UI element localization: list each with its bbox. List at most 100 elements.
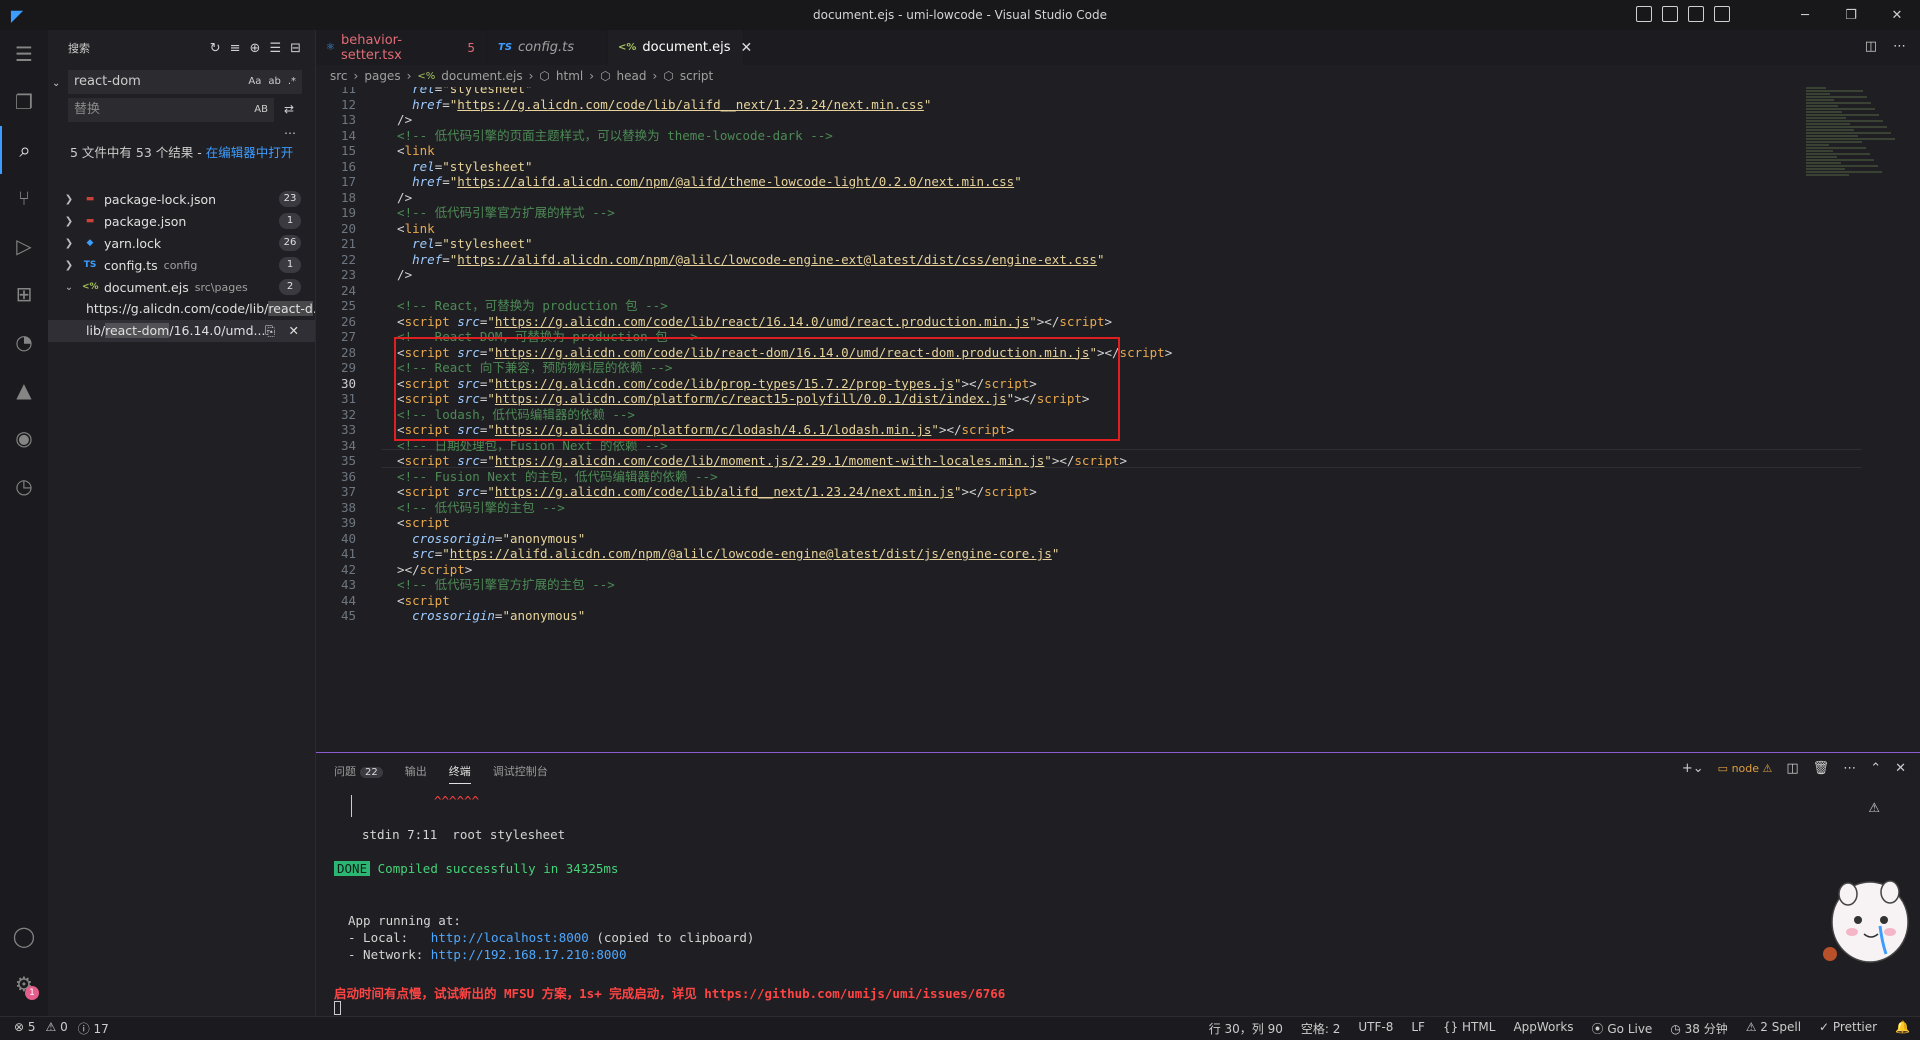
tab-problem-count: 5 [467,40,475,55]
whole-word-icon[interactable]: ab [268,70,280,94]
collapse-all-icon[interactable]: ⊟ [290,41,301,56]
aw-icon[interactable]: ◉ [0,414,48,462]
minimize-button[interactable]: ─ [1782,0,1828,30]
toggle-secondary-sidebar-icon[interactable] [1688,6,1704,22]
tab-behavior-setter[interactable]: ⚛ behavior-setter.tsx 5 [316,30,488,65]
local-url-link[interactable]: http://localhost:8000 [431,930,589,945]
terminal-selector[interactable]: ▭ node ⚠ [1718,762,1773,775]
toggle-replace-icon[interactable]: ⌄ [52,78,60,89]
split-terminal-icon[interactable]: ◫ [1786,761,1798,776]
explorer-icon[interactable]: ❐ [0,78,48,126]
match-case-icon[interactable]: Aa [248,70,261,94]
window-controls: ─ ❐ ✕ [1782,0,1920,30]
clear-results-icon[interactable]: ≡ [230,41,241,56]
deploy-icon[interactable]: ▲ [0,366,48,414]
menu-icon[interactable]: ☰ [0,30,48,78]
maximize-panel-icon[interactable]: ⌃ [1870,761,1881,776]
tab-document[interactable]: <% document.ejs ✕ [608,30,752,65]
settings-icon[interactable]: ⚙ 1 [0,960,48,1008]
view-as-tree-icon[interactable]: ☰ [269,41,281,56]
toggle-primary-sidebar-icon[interactable] [1636,6,1652,22]
close-window-button[interactable]: ✕ [1874,0,1920,30]
more-actions-icon[interactable]: ⋯ [1893,39,1906,54]
minimap-line [1806,159,1874,161]
errors-status[interactable]: ⊗ 5 [14,1020,36,1037]
match-row[interactable]: https://g.alicdn.com/code/lib/react-d... [48,298,315,320]
regex-icon[interactable]: .* [288,70,296,94]
minimap-line [1806,156,1837,158]
window-title: document.ejs - umi-lowcode - Visual Stud… [812,8,1108,22]
search-icon[interactable]: ⌕ [0,126,48,174]
appworks-status[interactable]: AppWorks [1513,1020,1573,1037]
chevron-right-icon: ❯ [64,193,74,205]
breadcrumb-item[interactable]: head [617,69,647,83]
spell-status[interactable]: ⚠ 2 Spell [1746,1020,1801,1037]
minimap[interactable] [1806,87,1906,207]
new-terminal-icon[interactable]: +⌄ [1682,761,1704,776]
account-icon[interactable]: ◯ [0,912,48,960]
breadcrumb-item[interactable]: src [330,69,348,83]
source-control-icon[interactable]: ⑂ [0,174,48,222]
cursor-position[interactable]: 行 30，列 90 [1209,1020,1283,1037]
breadcrumb-item[interactable]: document.ejs [441,69,522,83]
language-mode[interactable]: {} HTML [1443,1020,1495,1037]
match-row-selected[interactable]: lib/react-dom/16.14.0/umd... ⎘ ✕ [48,320,315,342]
result-file-row[interactable]: ❯ ◆ yarn.lock 26 [48,232,315,254]
restore-button[interactable]: ❐ [1828,0,1874,30]
git-graph-icon[interactable]: ◔ [0,318,48,366]
tab-config[interactable]: TS config.ts [488,30,608,65]
warnings-status[interactable]: ⚠ 0 [46,1020,68,1037]
bottom-panel: 问题 22 输出 终端 调试控制台 +⌄ ▭ node ⚠ ◫ 🗑 ⋯ ⌃ ✕ ⚠… [316,752,1920,1017]
breadcrumb-item[interactable]: html [556,69,583,83]
encoding[interactable]: UTF-8 [1358,1020,1393,1037]
tab-output[interactable]: 输出 [405,763,427,784]
local-label: - Local: [348,930,431,945]
more-actions-icon[interactable]: ⋯ [1843,761,1856,776]
breadcrumb-item[interactable]: pages [364,69,400,83]
dismiss-match-icon[interactable]: ✕ [289,320,299,342]
search-input[interactable]: react-dom Aa ab .* [68,70,302,94]
ejs-icon: <% [82,282,99,292]
code-editor[interactable]: 11 rel="stylesheet" 12 href="https://g.al… [316,87,1920,752]
minimap-line [1806,138,1895,140]
replace-match-icon[interactable]: ⎘ [265,320,275,342]
notifications-icon[interactable]: 🔔 [1895,1020,1910,1037]
tab-terminal[interactable]: 终端 [448,763,471,784]
network-url-link[interactable]: http://192.168.17.210:8000 [431,947,627,962]
open-in-editor-link[interactable]: 在编辑器中打开 [206,145,294,160]
refresh-icon[interactable]: ↻ [210,41,221,56]
timeline-icon[interactable]: ◷ [0,462,48,510]
search-input-value: react-dom [74,74,141,89]
extensions-icon[interactable]: ⊞ [0,270,48,318]
go-live-button[interactable]: ⦿ Go Live [1592,1020,1653,1037]
close-icon[interactable]: ✕ [741,40,753,56]
tab-problems[interactable]: 问题 22 [334,763,383,784]
close-panel-icon[interactable]: ✕ [1895,761,1906,776]
run-debug-icon[interactable]: ▷ [0,222,48,270]
prettier-status[interactable]: ✓ Prettier [1819,1020,1877,1037]
tab-label: config.ts [518,40,575,55]
code-line[interactable]: 45 crossorigin="anonymous" [316,606,1816,625]
trash-icon[interactable]: 🗑 [1813,761,1830,776]
result-file-row[interactable]: ❯ ▬ package.json 1 [48,210,315,232]
breadcrumb-item[interactable]: script [680,69,713,83]
split-editor-icon[interactable]: ◫ [1865,39,1877,54]
preserve-case-icon[interactable]: AB [254,98,268,122]
tab-debug-console[interactable]: 调试控制台 [493,763,548,784]
result-file-row[interactable]: ⌄ <% document.ejs src\pages 2 [48,276,315,298]
toggle-panel-icon[interactable] [1662,6,1678,22]
editor-scrollbar[interactable] [1906,87,1920,752]
indentation[interactable]: 空格: 2 [1301,1020,1341,1037]
replace-all-icon[interactable]: ⇄ [284,102,294,116]
more-options-icon[interactable]: ⋯ [284,126,296,140]
element-icon: ⬡ [600,69,611,83]
replace-input[interactable]: 替换 AB [68,98,274,122]
new-search-editor-icon[interactable]: ⊕ [250,41,261,56]
time-tracker[interactable]: ◷ 38 分钟 [1670,1020,1727,1037]
result-file-row[interactable]: ❯ ▬ package-lock.json 23 [48,188,315,210]
info-status[interactable]: ⓘ 17 [78,1020,109,1037]
result-file-row[interactable]: ❯ TS config.ts config 1 [48,254,315,276]
minimap-line [1806,147,1866,149]
line-ending[interactable]: LF [1411,1020,1425,1037]
customize-layout-icon[interactable] [1714,6,1730,22]
